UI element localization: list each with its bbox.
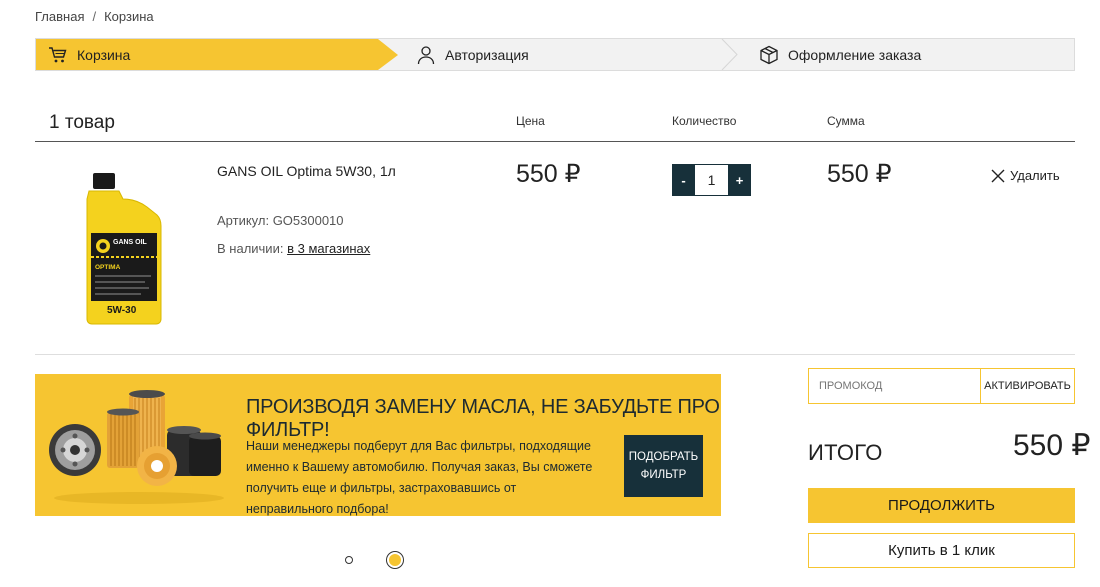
- carousel-dot[interactable]: [345, 556, 353, 564]
- product-image-line: OPTIMA: [95, 264, 121, 271]
- step-auth-label: Авторизация: [445, 46, 529, 63]
- continue-button[interactable]: ПРОДОЛЖИТЬ: [808, 488, 1075, 523]
- breadcrumb-separator: /: [92, 9, 97, 24]
- checkout-steps: Корзина Авторизация Оформление заказа: [35, 38, 1075, 71]
- product-price: 550 ₽: [516, 160, 581, 188]
- user-icon: [416, 45, 436, 65]
- step-divider-icon: [721, 39, 738, 70]
- cart-header: 1 товар Цена Количество Сумма: [35, 104, 1075, 142]
- step-cart[interactable]: Корзина: [36, 39, 378, 70]
- carousel-dot-active[interactable]: [386, 551, 404, 569]
- select-filter-label: ПОДОБРАТЬ ФИЛЬТР: [629, 448, 698, 484]
- product-image-brand: GANS OIL: [113, 239, 148, 246]
- step-checkout-label: Оформление заказа: [788, 46, 922, 63]
- cart-icon: [48, 45, 68, 65]
- product-sku: Артикул: GO5300010: [217, 213, 344, 228]
- breadcrumb-current: Корзина: [104, 9, 154, 24]
- product-sum: 550 ₽: [827, 160, 892, 188]
- product-stock: В наличии: в 3 магазинах: [217, 241, 370, 256]
- product-image[interactable]: GANS OIL OPTIMA 5W-30: [83, 173, 165, 325]
- step-arrow-active: [378, 39, 398, 70]
- qty-input[interactable]: [695, 164, 728, 196]
- column-sum: Сумма: [827, 114, 865, 128]
- activate-promo-button[interactable]: АКТИВИРОВАТЬ: [981, 369, 1074, 403]
- qty-decrease-button[interactable]: -: [672, 164, 695, 196]
- cart-item: GANS OIL OPTIMA 5W-30 GANS OIL Optima 5W…: [35, 143, 1075, 355]
- product-image-viscosity: 5W-30: [107, 305, 137, 316]
- remove-item-button[interactable]: Удалить: [991, 168, 1060, 183]
- total-value: 550 ₽: [1013, 429, 1091, 462]
- breadcrumb: Главная / Корзина: [35, 9, 154, 24]
- filter-promo-banner: ПРОИЗВОДЯ ЗАМЕНУ МАСЛА, НЕ ЗАБУДЬТЕ ПРО …: [35, 374, 721, 516]
- step-checkout[interactable]: Оформление заказа: [759, 39, 921, 70]
- buy-one-click-button[interactable]: Купить в 1 клик: [808, 533, 1075, 568]
- step-auth[interactable]: Авторизация: [416, 39, 529, 70]
- close-icon: [991, 169, 1005, 182]
- quantity-stepper: - +: [672, 164, 751, 196]
- qty-increase-button[interactable]: +: [728, 164, 751, 196]
- stock-prefix: В наличии:: [217, 241, 284, 256]
- promo-code-form: АКТИВИРОВАТЬ: [808, 368, 1075, 404]
- select-filter-line2: ФИЛЬТР: [640, 469, 687, 481]
- total-label: ИТОГО: [808, 440, 883, 465]
- product-name[interactable]: GANS OIL Optima 5W30, 1л: [217, 163, 396, 179]
- banner-carousel-dots: [345, 551, 404, 569]
- breadcrumb-home-link[interactable]: Главная: [35, 9, 84, 24]
- cart-count: 1 товар: [49, 112, 115, 133]
- select-filter-button[interactable]: ПОДОБРАТЬ ФИЛЬТР: [624, 435, 703, 497]
- stock-stores-link[interactable]: в 3 магазинах: [287, 241, 370, 256]
- step-cart-label: Корзина: [77, 46, 131, 63]
- oil-filters-image: [49, 390, 224, 504]
- box-icon: [759, 45, 779, 65]
- banner-text: Наши менеджеры подберут для Вас фильтры,…: [246, 439, 593, 516]
- promo-code-input[interactable]: [809, 369, 981, 403]
- column-quantity: Количество: [672, 114, 737, 128]
- select-filter-line1: ПОДОБРАТЬ: [628, 451, 699, 463]
- column-price: Цена: [516, 114, 545, 128]
- remove-label: Удалить: [1010, 168, 1060, 183]
